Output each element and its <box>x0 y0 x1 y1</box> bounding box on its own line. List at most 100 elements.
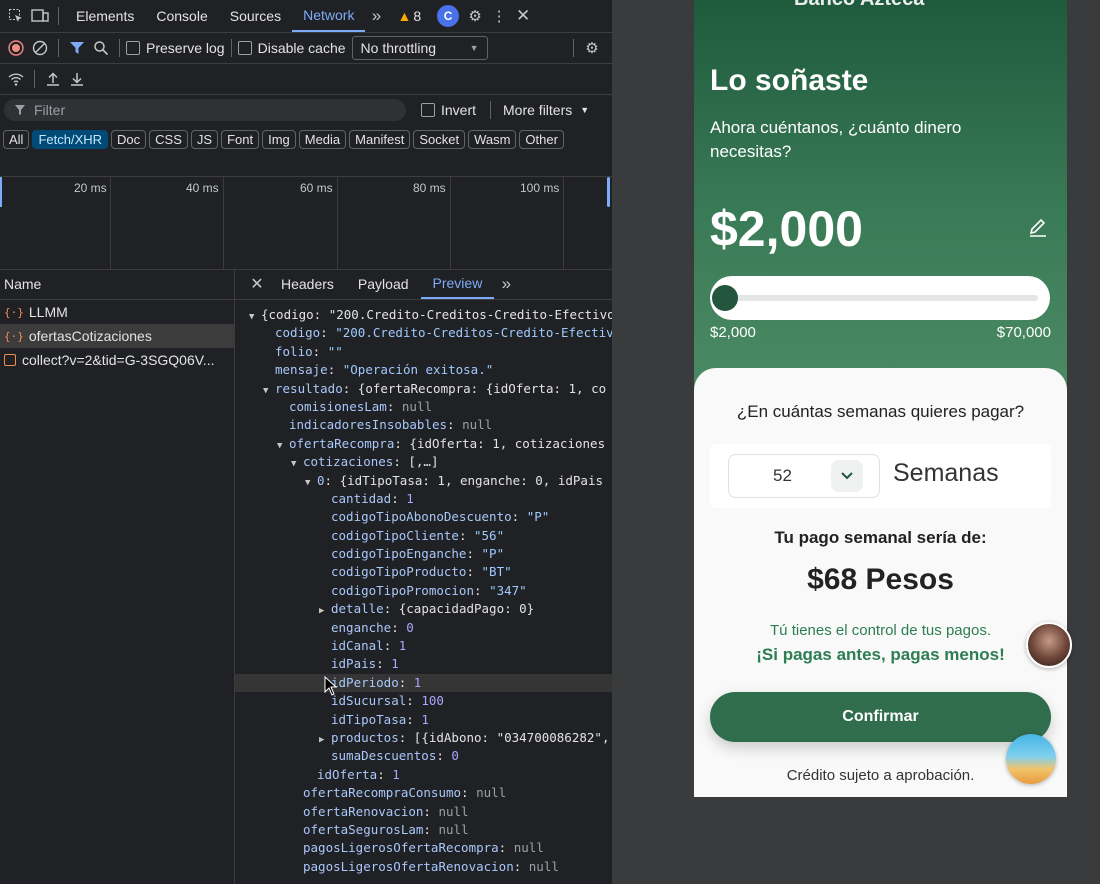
json-tree-row[interactable]: idOferta: 1 <box>235 766 612 784</box>
export-har-icon[interactable] <box>65 67 89 91</box>
chat-avatar[interactable] <box>1026 622 1072 668</box>
json-value: {ofertaRecompra: {idOferta: 1, co <box>357 380 607 396</box>
tab-network[interactable]: Network <box>292 0 366 32</box>
filter-chip[interactable]: Font <box>221 130 260 149</box>
warnings-badge[interactable]: ▲ 8 <box>397 8 421 24</box>
json-key: idCanal <box>331 638 384 654</box>
json-tree-row[interactable]: mensaje: "Operación exitosa." <box>235 361 612 379</box>
extension-icon[interactable]: C <box>437 5 460 27</box>
expand-triangle-open-icon[interactable]: ▼ <box>291 455 303 471</box>
tab-console[interactable]: Console <box>145 0 218 32</box>
filter-chip[interactable]: Wasm <box>468 130 517 149</box>
json-tree-row[interactable]: idTipoTasa: 1 <box>235 711 612 729</box>
device-toolbar-icon[interactable] <box>28 4 52 28</box>
filter-chip[interactable]: Img <box>262 130 296 149</box>
weeks-select[interactable]: 52 <box>728 454 880 498</box>
filter-chip-active[interactable]: Fetch/XHR <box>32 130 109 149</box>
json-tree-row[interactable]: idSucursal: 100 <box>235 692 612 710</box>
clear-icon[interactable] <box>28 36 52 60</box>
json-tree-row[interactable]: codigoTipoEnganche: "P" <box>235 545 612 563</box>
json-tree-row[interactable]: ▶ productos: [{idAbono: "034700086282", <box>235 729 612 747</box>
json-tree-row[interactable]: ▶ detalle: {capacidadPago: 0} <box>235 600 612 618</box>
expand-triangle-closed-icon[interactable]: ▶ <box>319 602 331 618</box>
json-tree-row[interactable]: codigoTipoProducto: "BT" <box>235 563 612 581</box>
json-tree-row[interactable]: pagosLigerosOfertaRenovacion: null <box>235 858 612 876</box>
record-icon[interactable] <box>4 36 28 60</box>
json-tree-row[interactable]: ▼ resultado: {ofertaRecompra: {idOferta: … <box>235 380 612 398</box>
search-icon[interactable] <box>89 36 113 60</box>
json-tree-row[interactable]: ▼ ofertaRecompra: {idOferta: 1, cotizacio… <box>235 435 612 453</box>
request-row[interactable]: {·} LLMM <box>0 300 234 324</box>
filter-chip[interactable]: Other <box>519 130 564 149</box>
json-tree-row[interactable]: cantidad: 1 <box>235 490 612 508</box>
expand-triangle-open-icon[interactable]: ▼ <box>263 382 275 398</box>
filter-chip[interactable]: Media <box>298 130 347 149</box>
tab-sources[interactable]: Sources <box>219 0 292 32</box>
json-tree-row[interactable]: codigoTipoPromocion: "347" <box>235 582 612 600</box>
timeline-handle-right[interactable] <box>607 177 610 207</box>
json-tree-row[interactable]: enganche: 0 <box>235 619 612 637</box>
tab-headers[interactable]: Headers <box>269 269 346 299</box>
json-tree-row[interactable]: ▼ {codigo: "200.Credito-Creditos-Credito-… <box>235 306 612 324</box>
json-tree-row[interactable]: idPais: 1 <box>235 655 612 673</box>
close-icon[interactable]: ✕ <box>511 4 535 28</box>
json-tree-row[interactable]: pagosLigerosOfertaRecompra: null <box>235 839 612 857</box>
json-tree-row[interactable]: ofertaRenovacion: null <box>235 803 612 821</box>
json-tree-row[interactable]: sumaDescuentos: 0 <box>235 747 612 765</box>
json-tree-row[interactable]: folio: "" <box>235 343 612 361</box>
tab-elements[interactable]: Elements <box>65 0 145 32</box>
more-filters-label: More filters <box>503 102 573 118</box>
json-tree-row[interactable]: codigoTipoCliente: "56" <box>235 527 612 545</box>
request-row[interactable]: collect?v=2&tid=G-3SGQ06V... <box>0 348 234 372</box>
timeline-handle-left[interactable] <box>0 177 2 207</box>
expand-triangle-open-icon[interactable]: ▼ <box>305 474 317 490</box>
filter-chip[interactable]: Doc <box>111 130 147 149</box>
json-tree-row[interactable]: idPeriodo: 1 <box>235 673 612 693</box>
expand-triangle-open-icon[interactable]: ▼ <box>249 308 261 324</box>
promo-beach-icon[interactable] <box>1006 734 1056 784</box>
disable-cache-checkbox[interactable]: Disable cache <box>237 40 346 56</box>
edit-pencil-icon[interactable] <box>1028 218 1048 243</box>
filter-chip[interactable]: All <box>3 130 30 149</box>
name-column-header[interactable]: Name <box>0 269 234 300</box>
more-tabs-icon[interactable]: » <box>365 4 387 28</box>
json-tree-row[interactable]: indicadoresInsobables: null <box>235 416 612 434</box>
amount-slider[interactable] <box>710 276 1050 320</box>
json-tree-row[interactable]: codigo: "200.Credito-Creditos-Credito-Ef… <box>235 324 612 342</box>
network-timeline[interactable]: 20 ms 40 ms 60 ms 80 ms 100 ms <box>0 176 612 270</box>
filter-funnel-icon[interactable] <box>65 36 89 60</box>
chevron-down-icon[interactable] <box>831 460 863 492</box>
json-tree-row[interactable]: comisionesLam: null <box>235 398 612 416</box>
expand-triangle-open-icon[interactable]: ▼ <box>277 437 289 453</box>
import-har-icon[interactable] <box>41 67 65 91</box>
json-tree-row[interactable]: ▼ 0: {idTipoTasa: 1, enganche: 0, idPais <box>235 472 612 490</box>
divider <box>490 101 492 119</box>
slider-knob[interactable] <box>712 285 738 311</box>
inspect-element-icon[interactable] <box>4 4 28 28</box>
more-filters-button[interactable]: More filters ▼ <box>503 102 589 118</box>
filter-chip[interactable]: CSS <box>149 130 188 149</box>
filter-chip[interactable]: JS <box>190 130 219 149</box>
json-tree-row[interactable]: codigoTipoAbonoDescuento: "P" <box>235 508 612 526</box>
more-tabs-icon[interactable]: » <box>494 272 518 296</box>
settings-gear-icon[interactable]: ⚙ <box>463 4 487 28</box>
close-detail-icon[interactable]: ✕ <box>245 272 269 296</box>
filter-input[interactable]: Filter <box>4 99 406 121</box>
preserve-log-checkbox[interactable]: Preserve log <box>126 40 225 56</box>
tab-preview[interactable]: Preview <box>420 269 495 299</box>
throttling-select[interactable]: No throttling ▼ <box>351 36 488 60</box>
invert-checkbox[interactable]: Invert <box>421 102 476 118</box>
filter-chip[interactable]: Socket <box>413 130 466 149</box>
json-tree-row[interactable]: idCanal: 1 <box>235 637 612 655</box>
filter-chip[interactable]: Manifest <box>349 130 411 149</box>
more-options-icon[interactable]: ⋮ <box>487 4 511 28</box>
tab-payload[interactable]: Payload <box>346 269 421 299</box>
json-tree-row[interactable]: ofertaRecompraConsumo: null <box>235 784 612 802</box>
json-tree-row[interactable]: ofertaSegurosLam: null <box>235 821 612 839</box>
json-tree-row[interactable]: ▼ cotizaciones: [,…] <box>235 453 612 471</box>
network-conditions-icon[interactable] <box>4 67 28 91</box>
confirm-button[interactable]: Confirmar <box>710 692 1051 742</box>
expand-triangle-closed-icon[interactable]: ▶ <box>319 731 331 747</box>
network-settings-gear-icon[interactable]: ⚙ <box>580 36 604 60</box>
request-row-selected[interactable]: {·} ofertasCotizaciones <box>0 324 234 348</box>
